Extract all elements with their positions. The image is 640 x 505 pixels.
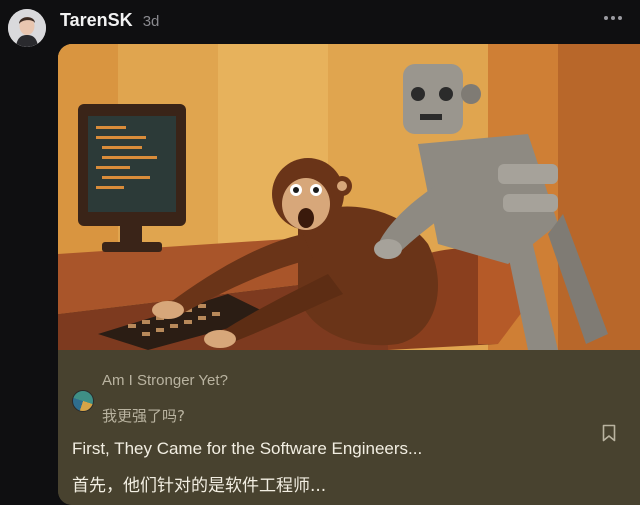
card-footer: Am I Stronger Yet? 我更强了吗? First, They Ca…	[58, 350, 640, 505]
username[interactable]: TarenSK	[60, 10, 133, 31]
avatar-image	[8, 9, 46, 47]
source-title-translation: 我更强了吗?	[102, 407, 185, 425]
source-logo-icon	[72, 390, 94, 412]
article-illustration	[58, 44, 640, 350]
avatar[interactable]	[8, 9, 46, 47]
post-header: TarenSK 3d	[60, 10, 159, 31]
timestamp: 3d	[142, 13, 160, 30]
article-headline[interactable]: First, They Came for the Software Engine…	[72, 439, 422, 459]
article-headline-translation: 首先，他们针对的是软件工程师...	[72, 476, 327, 496]
link-preview-card[interactable]: Am I Stronger Yet? 我更强了吗? First, They Ca…	[58, 44, 640, 505]
source-title[interactable]: Am I Stronger Yet?	[102, 372, 228, 389]
more-icon[interactable]	[604, 16, 622, 20]
bookmark-icon[interactable]	[602, 424, 616, 442]
